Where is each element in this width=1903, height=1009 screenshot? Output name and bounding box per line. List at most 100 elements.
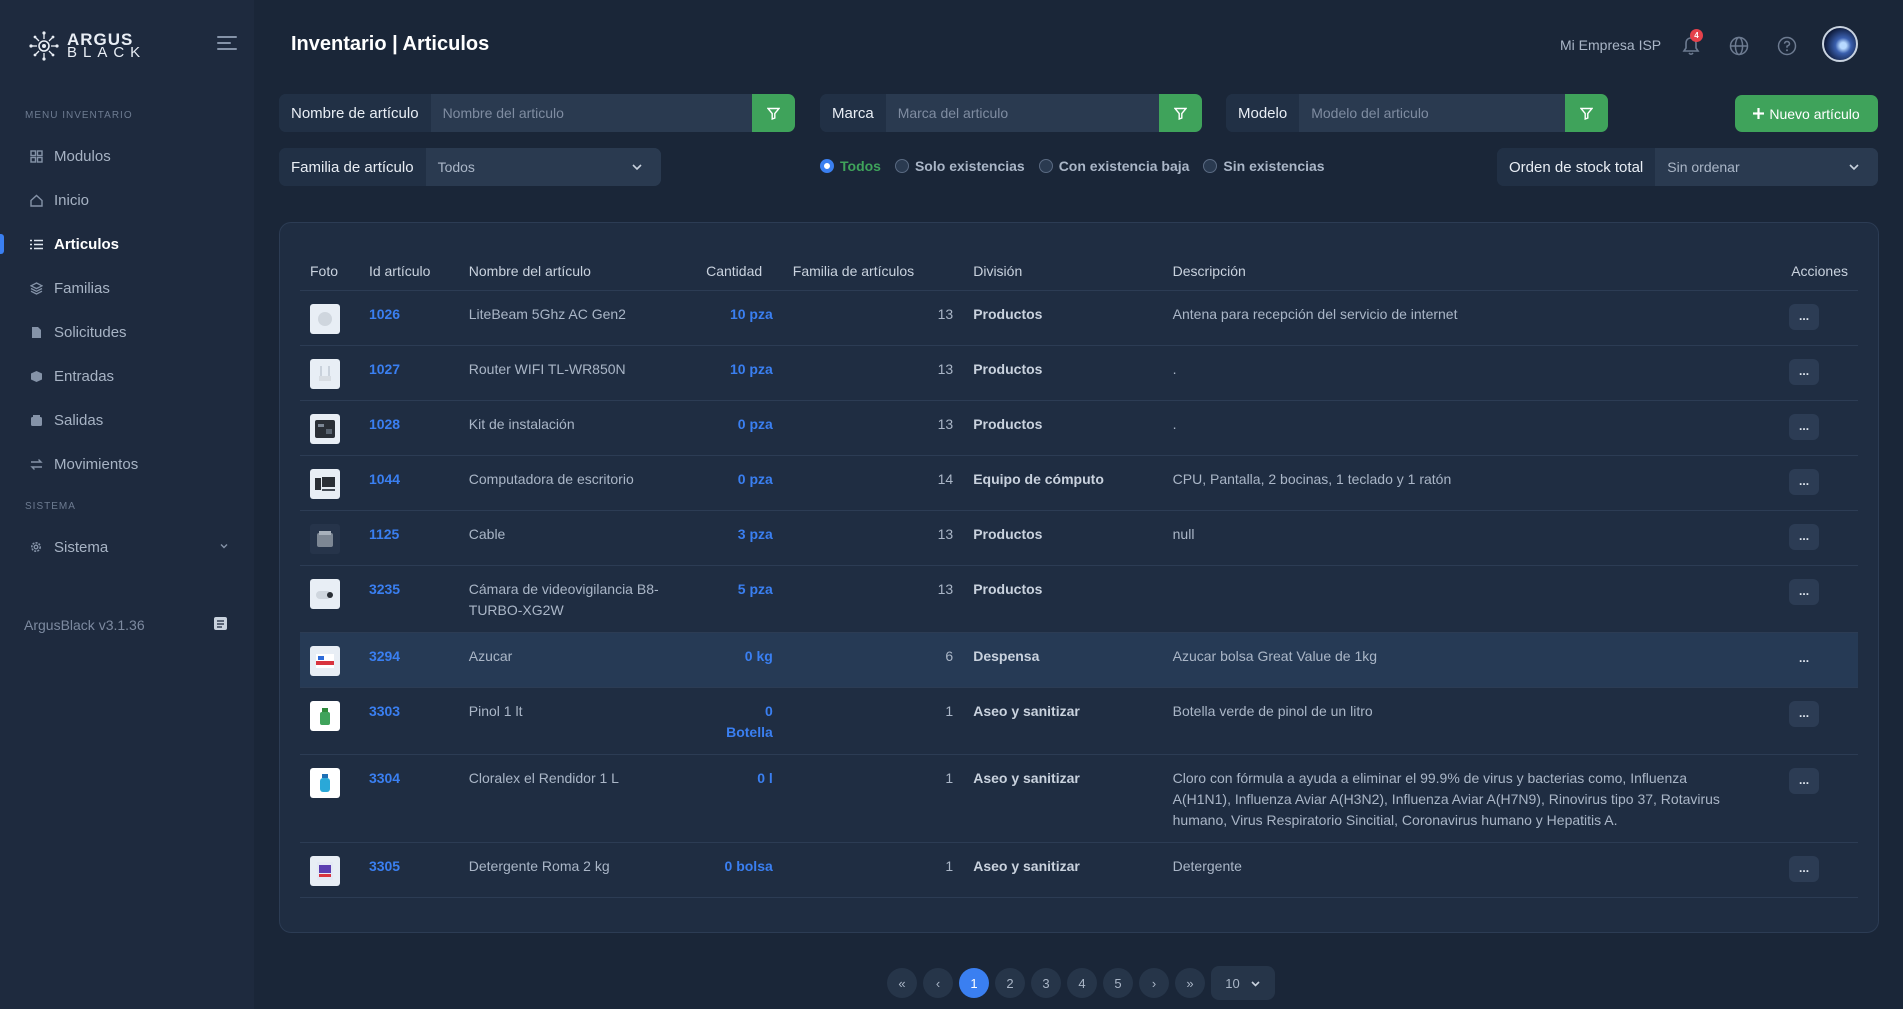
page-button-5[interactable]: 5 <box>1103 968 1133 998</box>
row-actions-button[interactable]: ... <box>1789 303 1820 330</box>
avatar[interactable] <box>1822 26 1858 62</box>
product-photo[interactable] <box>310 358 340 389</box>
nombre-input[interactable] <box>430 94 752 132</box>
row-actions-button[interactable]: ... <box>1789 358 1820 385</box>
article-qty: 0 pza <box>696 455 783 511</box>
company-name[interactable]: Mi Empresa ISP <box>1560 37 1661 53</box>
page-size-select[interactable]: 10 <box>1211 966 1275 1000</box>
prev-page-button[interactable]: ‹ <box>923 968 953 998</box>
article-name: Cloralex el Rendidor 1 L <box>458 754 697 843</box>
filter-nombre-button[interactable] <box>752 94 795 132</box>
col-nombre[interactable]: Nombre del artículo <box>458 253 697 291</box>
table-row[interactable]: 1028 Kit de instalación 0 pza 13 Product… <box>300 400 1858 456</box>
page-button-4[interactable]: 4 <box>1067 968 1097 998</box>
radio-existencia-baja[interactable]: Con existencia baja <box>1038 158 1190 174</box>
last-page-button[interactable]: » <box>1175 968 1205 998</box>
radio-solo-existencias[interactable]: Solo existencias <box>894 158 1025 174</box>
plus-icon <box>1753 108 1765 119</box>
col-familia[interactable]: Familia de artículos <box>782 253 964 291</box>
table-row[interactable]: 1027 Router WIFI TL-WR850N 10 pza 13 Pro… <box>300 345 1858 401</box>
filter-marca: Marca <box>820 94 1202 132</box>
article-description: . <box>1162 345 1751 401</box>
sidebar-item-label: Salidas <box>54 411 104 429</box>
filter-modelo-button[interactable] <box>1565 94 1608 132</box>
marca-input[interactable] <box>885 94 1159 132</box>
globe-icon[interactable] <box>1728 35 1750 57</box>
familia-select[interactable]: Todos <box>425 148 661 186</box>
table-row[interactable]: 1125 Cable 3 pza 13 Productos null ... <box>300 510 1858 566</box>
sidebar-item-familias[interactable]: Familias <box>0 270 254 306</box>
article-id[interactable]: 3304 <box>358 754 459 843</box>
row-actions-button[interactable]: ... <box>1789 855 1820 882</box>
table-row[interactable]: 3294 Azucar 0 kg 6 Despensa Azucar bolsa… <box>300 632 1858 688</box>
changelog-icon[interactable] <box>213 616 228 631</box>
product-photo[interactable] <box>310 700 340 731</box>
product-photo[interactable] <box>310 855 340 886</box>
row-actions-button[interactable]: ... <box>1789 523 1820 550</box>
col-id[interactable]: Id artículo <box>358 253 459 291</box>
article-id[interactable]: 3235 <box>358 565 459 633</box>
row-actions-button[interactable]: ... <box>1789 578 1820 605</box>
product-photo[interactable] <box>310 767 340 798</box>
sidebar-item-movimientos[interactable]: Movimientos <box>0 446 254 482</box>
article-id[interactable]: 1028 <box>358 400 459 456</box>
page-button-3[interactable]: 3 <box>1031 968 1061 998</box>
modelo-input[interactable] <box>1299 94 1565 132</box>
col-cantidad[interactable]: Cantidad <box>696 253 783 291</box>
sidebar-item-entradas[interactable]: Entradas <box>0 358 254 394</box>
logo-line2: BLACK <box>67 44 147 61</box>
product-photo[interactable] <box>310 578 340 609</box>
article-id[interactable]: 1027 <box>358 345 459 401</box>
table-row[interactable]: 3305 Detergente Roma 2 kg 0 bolsa 1 Aseo… <box>300 842 1858 898</box>
sidebar-item-label: Movimientos <box>54 455 139 473</box>
radio-sin-existencias[interactable]: Sin existencias <box>1203 158 1325 174</box>
page-button-1[interactable]: 1 <box>959 968 989 998</box>
product-photo[interactable] <box>310 413 340 444</box>
table-row[interactable]: 3304 Cloralex el Rendidor 1 L 0 l 1 Aseo… <box>300 754 1858 843</box>
article-family: 1 <box>782 842 964 898</box>
article-id[interactable]: 3294 <box>358 632 459 688</box>
app-logo[interactable]: ARGUS BLACK <box>27 30 146 62</box>
row-actions-button[interactable]: ... <box>1789 413 1820 440</box>
article-id[interactable]: 1125 <box>358 510 459 566</box>
product-photo[interactable] <box>310 468 340 499</box>
article-name: Cámara de videovigilancia B8-TURBO-XG2W <box>458 565 697 633</box>
article-name: Cable <box>458 510 697 566</box>
article-id[interactable]: 3303 <box>358 687 459 755</box>
table-row[interactable]: 1026 LiteBeam 5Ghz AC Gen2 10 pza 13 Pro… <box>300 290 1858 346</box>
radio-todos[interactable]: Todos <box>820 158 881 174</box>
row-actions-button[interactable]: ... <box>1789 468 1820 495</box>
table-row[interactable]: 3303 Pinol 1 lt 0 Botella 1 Aseo y sanit… <box>300 687 1858 755</box>
filter-marca-button[interactable] <box>1159 94 1202 132</box>
new-article-button[interactable]: Nuevo artículo <box>1735 95 1878 132</box>
sidebar-item-solicitudes[interactable]: Solicitudes <box>0 314 254 350</box>
product-photo[interactable] <box>310 645 340 676</box>
sidebar-item-modulos[interactable]: Modulos <box>0 138 254 174</box>
product-photo[interactable] <box>310 303 340 334</box>
sidebar-item-articulos[interactable]: Articulos <box>0 226 254 262</box>
first-page-button[interactable]: « <box>887 968 917 998</box>
chevron-down-icon <box>632 164 642 171</box>
article-id[interactable]: 1026 <box>358 290 459 346</box>
sidebar-item-salidas[interactable]: Salidas <box>0 402 254 438</box>
next-page-button[interactable]: › <box>1139 968 1169 998</box>
article-id[interactable]: 3305 <box>358 842 459 898</box>
menu-toggle-icon[interactable] <box>217 36 237 52</box>
col-division[interactable]: División <box>963 253 1163 291</box>
row-actions-button[interactable]: ... <box>1789 646 1819 672</box>
article-division: Productos <box>963 345 1163 401</box>
page-button-2[interactable]: 2 <box>995 968 1025 998</box>
table-row[interactable]: 1044 Computadora de escritorio 0 pza 14 … <box>300 455 1858 511</box>
filter-marca-label: Marca <box>820 94 886 132</box>
sidebar-item-inicio[interactable]: Inicio <box>0 182 254 218</box>
table-row[interactable]: 3235 Cámara de videovigilancia B8-TURBO-… <box>300 565 1858 633</box>
sidebar-item-sistema[interactable]: Sistema <box>0 529 254 565</box>
row-actions-button[interactable]: ... <box>1789 700 1820 727</box>
radio-label: Con existencia baja <box>1058 158 1190 174</box>
row-actions-button[interactable]: ... <box>1789 767 1820 794</box>
help-icon[interactable] <box>1776 35 1798 57</box>
product-photo[interactable] <box>310 523 340 554</box>
orden-select[interactable]: Sin ordenar <box>1655 148 1878 186</box>
box-icon <box>29 369 43 383</box>
article-id[interactable]: 1044 <box>358 455 459 511</box>
